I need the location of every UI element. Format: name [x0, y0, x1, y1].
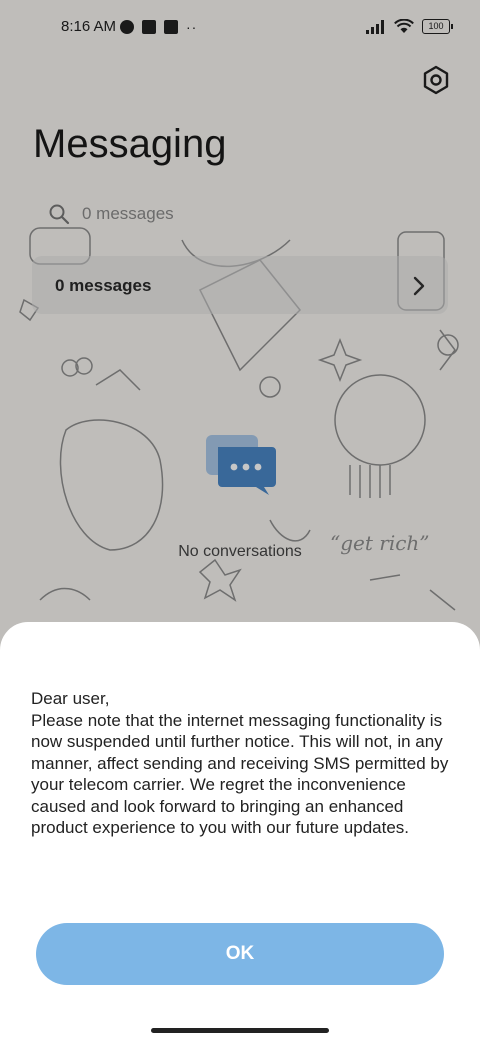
- notice-dialog: Dear user, Please note that the internet…: [0, 622, 480, 1040]
- ok-button[interactable]: OK: [36, 923, 444, 985]
- home-indicator[interactable]: [151, 1028, 329, 1033]
- notice-message: Dear user, Please note that the internet…: [31, 689, 449, 837]
